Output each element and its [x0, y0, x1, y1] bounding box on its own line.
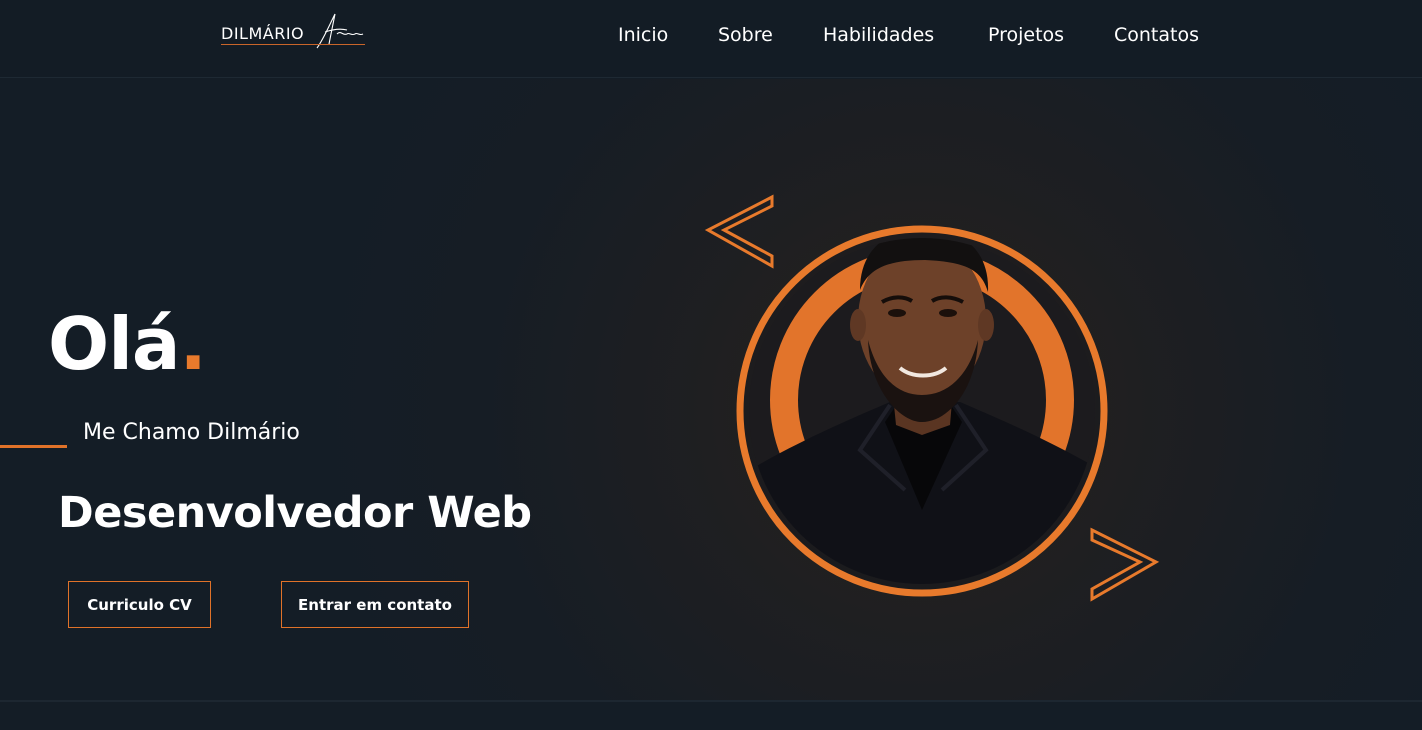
hero-role-title: Desenvolvedor Web: [58, 488, 532, 538]
greeting-dot: .: [179, 302, 206, 386]
portrait-graphic: [704, 194, 1160, 602]
greeting-word: Olá: [48, 302, 180, 386]
section-divider: [0, 700, 1422, 702]
main-nav: Inicio Sobre Habilidades Projetos Contat…: [0, 24, 1422, 48]
hero-portrait: [700, 190, 1170, 610]
nav-link-sobre[interactable]: Sobre: [718, 24, 773, 46]
cv-button[interactable]: Curriculo CV: [68, 581, 211, 628]
hero-intro: Me Chamo Dilmário: [83, 420, 300, 445]
chevron-left-icon: [704, 194, 774, 269]
nav-link-habilidades[interactable]: Habilidades: [823, 24, 934, 46]
contact-button[interactable]: Entrar em contato: [281, 581, 469, 628]
hero-greeting: Olá.: [48, 308, 207, 380]
intro-accent-line: [0, 445, 67, 448]
chevron-right-icon: [1090, 527, 1160, 602]
nav-link-contatos[interactable]: Contatos: [1114, 24, 1199, 46]
site-header: DILMÁRIO Inicio Sobre Habilidades Projet…: [0, 0, 1422, 78]
nav-link-projetos[interactable]: Projetos: [988, 24, 1064, 46]
nav-link-inicio[interactable]: Inicio: [618, 24, 668, 46]
